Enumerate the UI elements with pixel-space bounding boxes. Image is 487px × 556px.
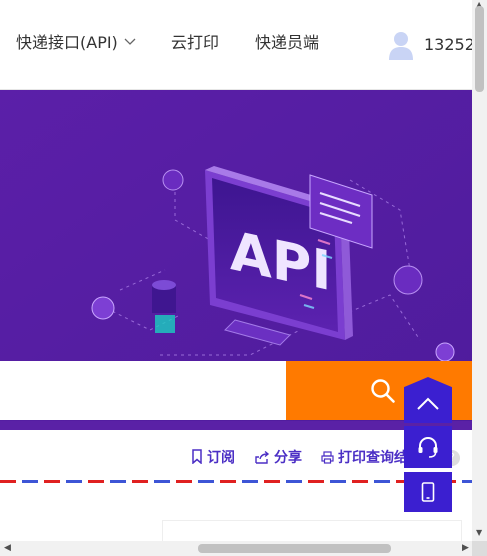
vertical-scrollbar[interactable]: ▲ ▼ — [472, 0, 487, 541]
chevron-up-icon — [417, 397, 439, 410]
share-button[interactable]: 分享 — [255, 448, 302, 468]
nav-item-cloud-print[interactable]: 云打印 — [171, 31, 219, 55]
scrollbar-corner — [472, 541, 487, 556]
search-icon — [371, 379, 395, 403]
result-actions: 订阅 分享 打印查询结 ? — [0, 430, 472, 480]
scroll-right-arrow[interactable]: ▶ — [462, 543, 469, 553]
subscribe-label: 订阅 — [207, 450, 235, 466]
print-query-label: 打印查询结 — [338, 450, 408, 466]
avatar[interactable] — [388, 30, 414, 60]
horizontal-scrollbar[interactable]: ◀ ▶ — [0, 541, 472, 556]
user-phone[interactable]: 13252C — [424, 33, 472, 57]
subscribe-button[interactable]: 订阅 — [191, 448, 235, 468]
top-nav: 快递接口(API) 云打印 快递员端 13252C — [0, 0, 472, 90]
scroll-down-arrow[interactable]: ▼ — [476, 528, 482, 537]
nav-item-courier[interactable]: 快递员端 — [255, 31, 319, 55]
nav-item-api[interactable]: 快递接口(API) — [16, 31, 136, 55]
headset-icon — [418, 437, 438, 458]
customer-service-button[interactable] — [404, 426, 452, 468]
share-label: 分享 — [274, 450, 302, 466]
scroll-left-arrow[interactable]: ◀ — [4, 543, 11, 553]
printer-icon — [321, 451, 334, 464]
nav-item-label: 快递接口(API) — [16, 33, 118, 52]
search-input[interactable] — [0, 361, 286, 420]
share-icon — [255, 450, 270, 464]
horizontal-scroll-thumb[interactable] — [198, 544, 391, 553]
bookmark-icon — [192, 449, 202, 465]
mobile-app-button[interactable] — [404, 472, 452, 512]
nav-item-label: 云打印 — [171, 33, 220, 52]
nav-item-label: 快递员端 — [255, 33, 320, 52]
chevron-down-icon — [124, 38, 136, 45]
print-query-button[interactable]: 打印查询结 — [321, 448, 408, 468]
vertical-scroll-thumb[interactable] — [475, 6, 484, 92]
phone-icon — [421, 482, 435, 502]
